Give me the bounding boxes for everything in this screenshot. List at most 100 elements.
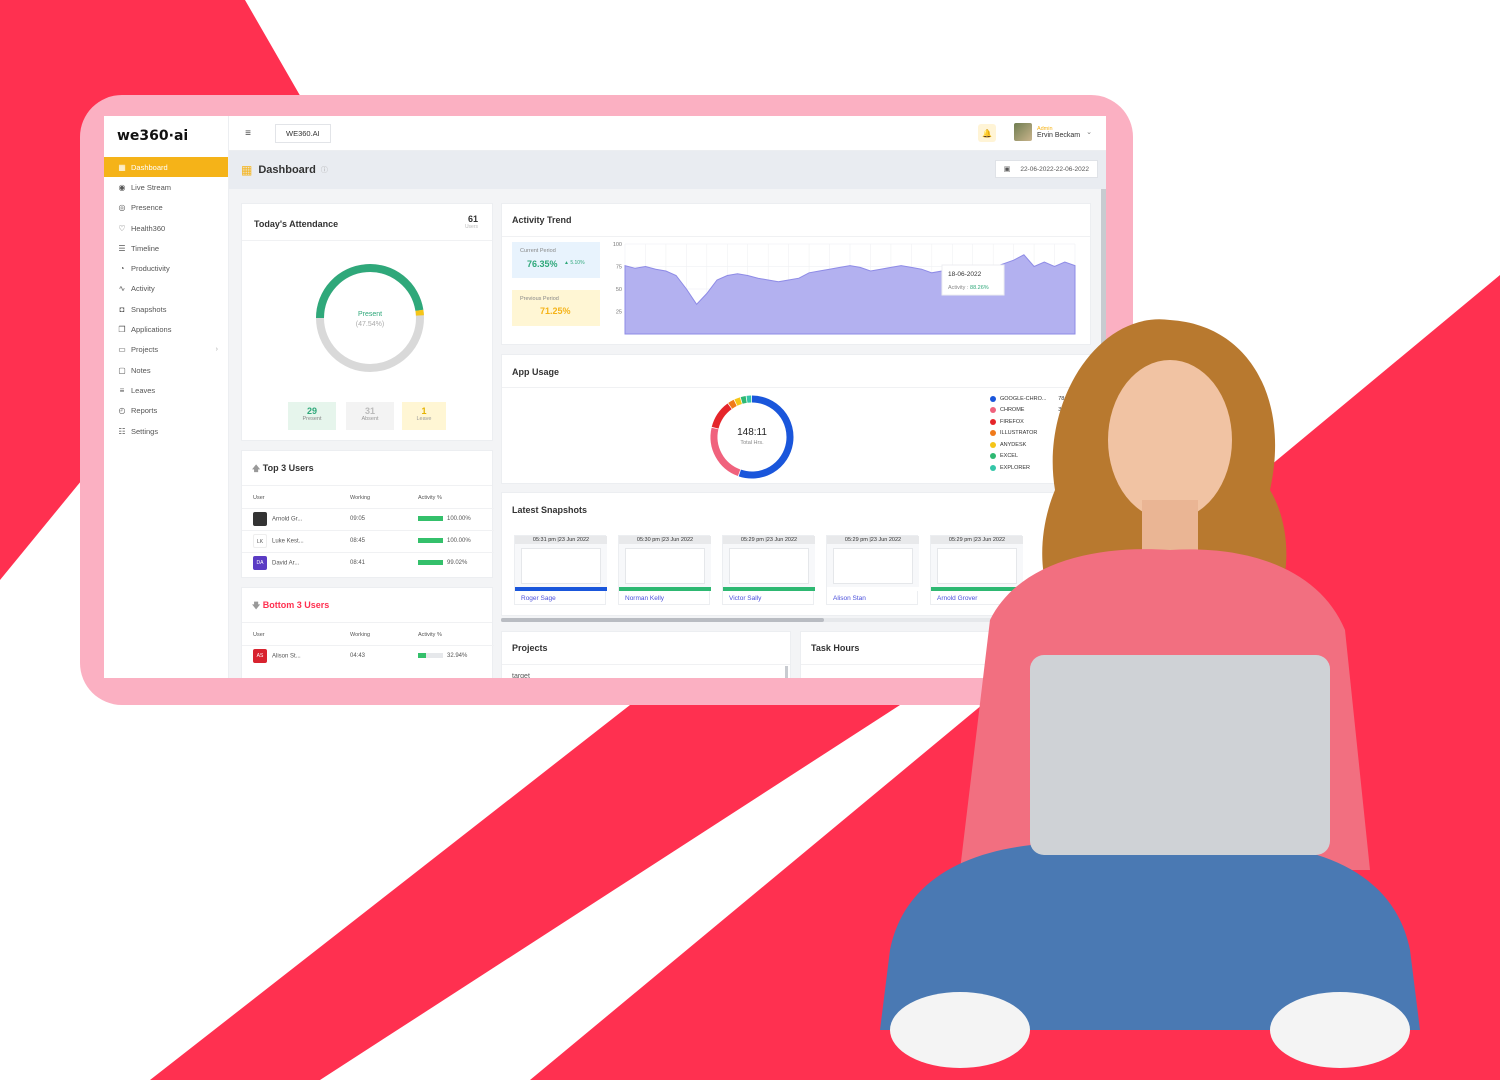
- snapshot-card[interactable]: 05:31 pm |23 Jun 2022 Roger Sage: [514, 535, 607, 605]
- present-count: 29: [306, 406, 317, 416]
- previous-period-box: Previous Period 71.25%: [512, 290, 600, 326]
- pie-icon: ◴: [118, 406, 126, 416]
- table-row[interactable]: Arnold Gr... 09:05 100.00%: [242, 507, 494, 530]
- sidebar-item-live-stream[interactable]: ◉ Live Stream: [104, 177, 228, 197]
- user-name: Ervin Beckam: [1036, 131, 1081, 139]
- table-row[interactable]: DA David Ar... 08:41 99.02%: [242, 551, 494, 574]
- snapshot-card[interactable]: 05:30 pm |23 Jun 2022 Norman Kelly: [618, 535, 711, 605]
- sidebar-item-label: Health360: [131, 223, 166, 233]
- y-tick-label: 100: [613, 242, 622, 248]
- sidebar-item-applications[interactable]: ❐ Applications: [104, 319, 228, 339]
- sidebar-item-label: Projects: [131, 345, 159, 355]
- sidebar-item-notes[interactable]: ▢ Notes: [104, 360, 228, 380]
- arrow-up-icon: 🡅: [252, 464, 261, 473]
- bell-icon[interactable]: 🔔: [978, 124, 996, 142]
- avatar: [253, 512, 267, 526]
- grid-icon: ▦: [241, 163, 253, 177]
- arrow-down-icon: 🡇: [252, 601, 261, 610]
- app-usage-slice[interactable]: [711, 403, 732, 429]
- sidebar-item-timeline[interactable]: ☰ Timeline: [104, 238, 228, 258]
- note-icon: ▢: [118, 365, 126, 375]
- chevron-down-icon: ⌄: [1086, 129, 1092, 136]
- column-header-user: User: [253, 631, 265, 638]
- sidebar-item-label: Dashboard: [131, 162, 168, 172]
- sidebar-item-label: Presence: [131, 203, 163, 213]
- previous-period-value: 71.25%: [540, 306, 571, 316]
- activity-percent: 100.00%: [447, 538, 471, 545]
- sidebar-item-presence[interactable]: ◎ Presence: [104, 198, 228, 218]
- previous-period-label: Previous Period: [520, 296, 559, 302]
- app-usage-slice[interactable]: [734, 397, 742, 406]
- sidebar-item-label: Snapshots: [131, 304, 167, 314]
- activity-trend-title: Activity Trend: [512, 215, 572, 225]
- snapshot-time: 05:30 pm |23 Jun 2022: [619, 536, 711, 544]
- attendance-card: Today's Attendance 61 Users Present (47.…: [241, 203, 493, 441]
- column-header-working: Working: [350, 494, 371, 501]
- app-usage-slice[interactable]: [740, 395, 747, 404]
- activity-percent: 99.02%: [447, 560, 468, 567]
- app-usage-total: 148:11: [737, 427, 767, 438]
- gauge-icon: ◔: [119, 264, 125, 274]
- broadcast-icon: ◉: [118, 182, 126, 192]
- table-row[interactable]: AS Alison St... 04:43 32.94%: [242, 644, 494, 667]
- snapshot-image[interactable]: 05:30 pm |23 Jun 2022: [619, 536, 711, 591]
- snapshot-user[interactable]: Victor Sally: [723, 591, 813, 602]
- snapshot-user[interactable]: Roger Sage: [515, 591, 605, 602]
- app-usage-slice[interactable]: [728, 399, 737, 409]
- donut-center-label: Present: [358, 311, 382, 318]
- sidebar-item-label: Notes: [131, 365, 151, 375]
- chevron-right-icon: ›: [215, 346, 218, 354]
- bottom-users-header: 🡇 Bottom 3 Users: [252, 600, 329, 614]
- sidebar-item-label: Reports: [131, 406, 158, 416]
- current-period-label: Current Period: [520, 248, 556, 254]
- pulse-icon: ∿: [118, 284, 126, 294]
- projects-scrollbar[interactable]: [785, 666, 788, 678]
- snapshot-image[interactable]: 05:29 pm |23 Jun 2022: [723, 536, 815, 591]
- sidebar-item-dashboard[interactable]: ▦ Dashboard: [104, 157, 228, 178]
- org-selector[interactable]: WE360.AI: [275, 123, 331, 143]
- snapshot-image[interactable]: 05:31 pm |23 Jun 2022: [515, 536, 607, 591]
- table-row[interactable]: LK Luke Kest... 08:45 100.00%: [242, 529, 494, 552]
- sidebar-item-reports[interactable]: ◴ Reports: [104, 401, 228, 421]
- app-usage-slice[interactable]: [710, 427, 741, 477]
- sidebar-item-settings[interactable]: ☷ Settings: [104, 421, 228, 441]
- sidebar-item-label: Settings: [131, 426, 159, 436]
- absent-count: 31: [364, 406, 375, 416]
- sidebar-item-label: Activity: [131, 284, 155, 294]
- top-users-title: Top 3 Users: [262, 463, 314, 473]
- sidebar-item-health360[interactable]: ♡ Health360: [104, 218, 228, 238]
- sidebar-item-snapshots[interactable]: ◘ Snapshots: [104, 299, 228, 319]
- current-period-box: Current Period 76.35% ▲ 5.10%: [512, 242, 600, 278]
- project-item[interactable]: target: [512, 673, 530, 678]
- y-tick-label: 50: [616, 287, 622, 293]
- sidebar-item-leaves[interactable]: ≡ Leaves: [104, 380, 228, 400]
- app-usage-donut: 148:11 Total Hrs.: [710, 395, 794, 479]
- trend-tooltip: 18-06-2022 Activity : 88.26%: [941, 264, 1005, 296]
- info-icon[interactable]: ⓘ: [321, 165, 328, 175]
- user-info: Admin Ervin Beckam: [1037, 126, 1080, 139]
- attendance-title: Today's Attendance: [254, 219, 339, 229]
- snapshot-user[interactable]: Norman Kelly: [619, 591, 709, 602]
- sidebar-item-label: Leaves: [131, 385, 156, 395]
- brand-logo[interactable]: we360·ai: [104, 116, 228, 156]
- present-stat[interactable]: 29 Present: [288, 402, 336, 430]
- leave-stat[interactable]: 1 Leave: [402, 402, 446, 430]
- trend-change-value: 5.10%: [570, 260, 585, 266]
- calendar-icon: ▣: [1003, 166, 1011, 173]
- date-range-picker[interactable]: ▣ 22-06-2022-22-06-2022: [994, 160, 1098, 178]
- app-usage-total-label: Total Hrs.: [740, 440, 764, 446]
- top-bar: ≡ WE360.AI 🔔 Admin Ervin Beckam ⌄: [229, 116, 1106, 151]
- hamburger-menu-icon[interactable]: ≡: [241, 128, 255, 139]
- snapshot-card[interactable]: 05:29 pm |23 Jun 2022 Victor Sally: [722, 535, 815, 605]
- working-time: 04:43: [350, 644, 418, 667]
- activity-percent: 100.00%: [447, 516, 471, 523]
- sidebar-item-productivity[interactable]: ◔ Productivity: [104, 258, 228, 278]
- user-menu[interactable]: Admin Ervin Beckam ⌄: [1013, 123, 1092, 141]
- absent-stat[interactable]: 31 Absent: [346, 402, 394, 430]
- sidebar-item-activity[interactable]: ∿ Activity: [104, 279, 228, 299]
- top-users-header: 🡅 Top 3 Users: [252, 463, 314, 477]
- trend-change: ▲ 5.10%: [564, 260, 585, 266]
- sidebar-item-projects[interactable]: ▭ Projects ›: [104, 340, 228, 360]
- attendance-total: 61: [467, 214, 478, 224]
- scrollbar-thumb[interactable]: [501, 618, 824, 622]
